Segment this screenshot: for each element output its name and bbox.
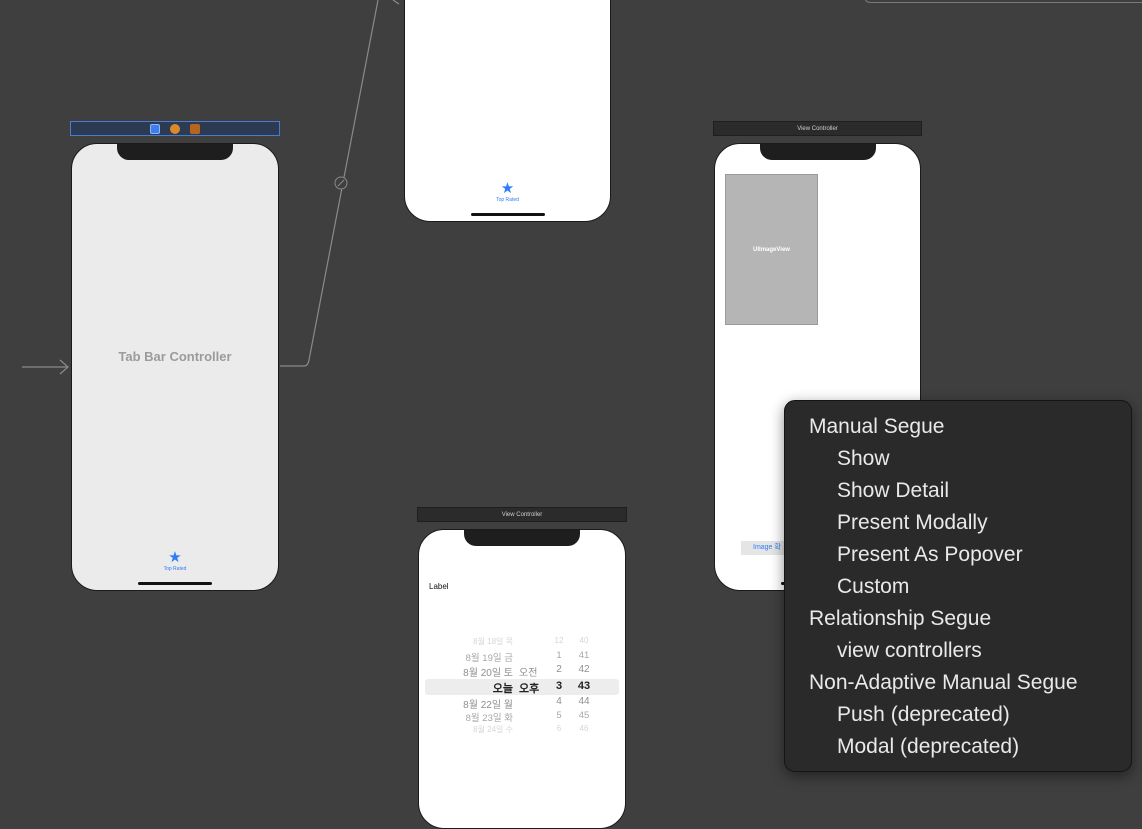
- top-rated-scene[interactable]: ★ Top Rated: [404, 0, 611, 222]
- menu-section-header: Manual Segue: [809, 415, 945, 438]
- tab-bar-controller-scene[interactable]: Tab Bar Controller ★ Top Rated: [71, 143, 279, 591]
- picker-date: 8월 22일 월: [463, 700, 513, 711]
- menu-item[interactable]: view controllers: [785, 635, 1131, 667]
- picker-minute: 41: [578, 650, 590, 661]
- picker-row[interactable]: 8월 18일 목 12 40: [425, 636, 619, 650]
- star-icon: ★: [500, 180, 515, 197]
- view-controller-scene-bottom[interactable]: Label 8월 18일 목 12 40 8월 19일 금 1 41 8월 20일 토 오전 2…: [418, 529, 626, 829]
- menu-item[interactable]: Present Modally: [785, 507, 1131, 539]
- menu-item[interactable]: Custom: [785, 571, 1131, 603]
- image-view-label: UIImageView: [753, 247, 790, 253]
- tab-bar-item-top-rated[interactable]: ★ Top Rated: [164, 550, 187, 572]
- picker-minute: 45: [578, 710, 590, 721]
- picker-hour: 4: [556, 696, 562, 707]
- menu-item[interactable]: Show Detail: [785, 475, 1131, 507]
- device-notch: [464, 530, 580, 546]
- picker-date: 8월 23일 화: [465, 713, 513, 724]
- picker-date: 8월 20일 토: [463, 668, 513, 679]
- segue-popup-menu[interactable]: Manual Segue Show Show Detail Present Modal…: [784, 400, 1132, 772]
- tab-bar-item-top-rated[interactable]: ★ Top Rated: [496, 181, 519, 203]
- first-responder-icon[interactable]: [170, 124, 180, 134]
- picker-hour: 3: [555, 680, 563, 692]
- menu-section-header: Non-Adaptive Manual Segue: [809, 671, 1078, 694]
- picker-minute: 44: [578, 696, 590, 707]
- picker-minute: 46: [579, 724, 589, 733]
- scene-title: View Controller: [797, 126, 838, 132]
- picker-date: 8월 18일 목: [473, 637, 513, 646]
- scene-title: View Controller: [501, 512, 543, 518]
- picker-row-selected[interactable]: 오늘 오후 3 43: [425, 680, 619, 695]
- picker-date: 오늘: [492, 683, 513, 695]
- picker-row[interactable]: 8월 23일 화 5 45: [425, 710, 619, 724]
- home-indicator: [470, 213, 545, 216]
- picker-minute: 42: [578, 664, 590, 675]
- label[interactable]: Label: [429, 582, 449, 591]
- tab-bar-item-label: Top Rated: [163, 566, 187, 572]
- picker-hour: 2: [556, 664, 562, 675]
- menu-item[interactable]: Present As Popover: [785, 539, 1131, 571]
- view-controller-scene-bar[interactable]: View Controller: [417, 507, 627, 522]
- menu-item[interactable]: Push (deprecated): [785, 699, 1131, 731]
- menu-item[interactable]: Show: [785, 443, 1131, 475]
- picker-minute: 40: [579, 636, 589, 645]
- star-icon: ★: [168, 549, 182, 566]
- picker-date: 8월 24일 수: [473, 725, 513, 734]
- tab-bar-controller-scene-dock[interactable]: [70, 121, 280, 136]
- menu-item[interactable]: Modal (deprecated): [785, 731, 1131, 763]
- tab-bar-item-label: Top Rated: [496, 197, 519, 203]
- picker-row[interactable]: 8월 24일 수 6 46: [425, 724, 619, 738]
- view-controller-icon[interactable]: [150, 124, 161, 134]
- relationship-segue-arrowhead: [392, 0, 400, 5]
- tab-bar-controller-title: Tab Bar Controller: [118, 349, 232, 364]
- relationship-segue-line[interactable]: [280, 0, 379, 367]
- picker-hour: 1: [556, 650, 562, 661]
- picker-date: 8월 19일 금: [465, 653, 513, 664]
- device-notch: [759, 144, 876, 160]
- device-notch: [117, 144, 233, 160]
- picker-ampm: 오후: [519, 683, 540, 695]
- picker-ampm: 오전: [519, 668, 538, 679]
- picker-hour: 12: [554, 636, 564, 645]
- picker-row[interactable]: 8월 22일 월 4 44: [425, 696, 619, 711]
- picker-minute: 43: [577, 680, 591, 692]
- menu-items: Manual Segue Show Show Detail Present Modal…: [785, 411, 1131, 763]
- picker-row[interactable]: 8월 19일 금 1 41: [425, 650, 619, 664]
- date-picker[interactable]: 8월 18일 목 12 40 8월 19일 금 1 41 8월 20일 토 오전 2 42 오늘 오후…: [425, 636, 619, 738]
- picker-row[interactable]: 8월 20일 토 오전 2 42: [425, 664, 619, 679]
- offscreen-scene-frame: [864, 0, 1142, 3]
- picker-hour: 5: [556, 710, 562, 721]
- home-indicator: [138, 582, 212, 585]
- picker-hour: 6: [556, 724, 562, 733]
- exit-icon[interactable]: [189, 124, 200, 134]
- menu-section-header: Relationship Segue: [809, 607, 992, 630]
- storyboard-canvas[interactable]: Tab Bar Controller ★ Top Rated ★ Top Rat…: [0, 0, 1142, 829]
- image-view[interactable]: UIImageView: [725, 174, 818, 325]
- view-controller-scene-bar[interactable]: View Controller: [713, 121, 922, 136]
